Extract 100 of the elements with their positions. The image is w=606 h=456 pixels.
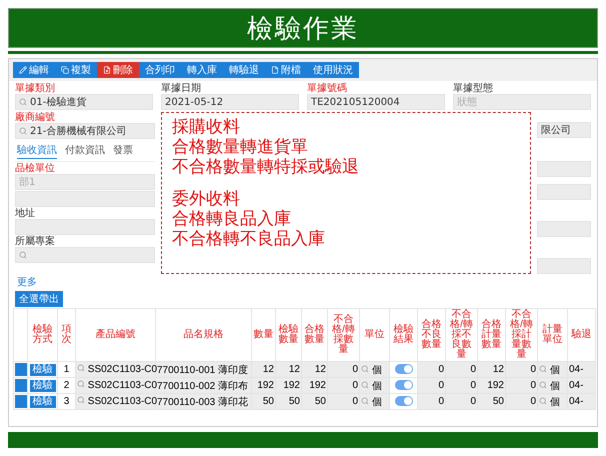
- search-icon: [77, 380, 85, 388]
- input-field[interactable]: [537, 221, 591, 237]
- table-cell: 192: [252, 378, 276, 394]
- table-cell: 12: [302, 362, 328, 378]
- table-cell: SS02C1103-C0: [88, 364, 158, 375]
- table-cell: 個: [550, 396, 560, 408]
- search-icon: [361, 364, 369, 372]
- table-cell: 0: [418, 378, 446, 394]
- table-cell: 50: [252, 394, 276, 410]
- column-header: 項次: [58, 308, 76, 362]
- table-cell: 個: [550, 380, 560, 392]
- input-field[interactable]: [537, 184, 591, 200]
- search-icon: [539, 364, 547, 372]
- table-cell: 個: [372, 380, 382, 392]
- slide-title: 檢驗作業: [247, 12, 359, 46]
- table-cell: 50: [302, 394, 328, 410]
- table-cell: 0: [328, 394, 360, 410]
- table-cell: 0: [506, 362, 538, 378]
- input-field[interactable]: TE202105120004: [307, 94, 445, 110]
- row-action-button[interactable]: [15, 395, 27, 408]
- table-cell: 04-: [569, 380, 584, 391]
- search-icon: [361, 396, 369, 404]
- input-field[interactable]: [537, 258, 591, 274]
- field-label: 品檢單位: [15, 163, 56, 174]
- toggle-switch[interactable]: [394, 380, 412, 390]
- table-cell: SS02C1103-C0: [88, 380, 158, 391]
- table-cell: 0: [328, 378, 360, 394]
- search-icon: [539, 396, 547, 404]
- table-cell: 0: [418, 394, 446, 410]
- field-label: 地址: [15, 208, 36, 219]
- select-all-button[interactable]: 全選帶出: [15, 291, 63, 307]
- callout-text: 不合格轉不良品入庫: [172, 229, 325, 249]
- table-cell: SS02C1103-C0: [88, 396, 158, 407]
- table-cell: 0: [506, 394, 538, 410]
- field-label: 廠商編號: [15, 112, 56, 123]
- table-cell: 個: [372, 364, 382, 376]
- toolbar-button[interactable]: 編輯: [13, 62, 55, 78]
- input-field[interactable]: [15, 191, 155, 207]
- table-cell: 7700110-002 薄印布: [156, 378, 252, 394]
- search-icon: [539, 380, 547, 388]
- toolbar-button[interactable]: 使用狀況: [307, 62, 359, 78]
- callout-text: 合格數量轉進貨單: [172, 137, 308, 157]
- table-cell: 192: [302, 378, 328, 394]
- tab[interactable]: 發票: [113, 142, 133, 159]
- field-label: 單據型態: [453, 83, 494, 94]
- toolbar-button[interactable]: 合列印: [139, 62, 181, 78]
- search-icon: [19, 127, 27, 135]
- table-cell: 0: [506, 378, 538, 394]
- table-cell: 個: [550, 364, 560, 376]
- callout-text: 不合格數量轉特採或驗退: [172, 157, 359, 177]
- field-label: 所屬專案: [15, 236, 56, 247]
- search-icon: [19, 251, 27, 259]
- toggle-switch[interactable]: [394, 396, 412, 406]
- table-cell: 04-: [569, 396, 584, 407]
- callout-text: 合格轉良品入庫: [172, 209, 291, 229]
- field-label: 單據類別: [15, 83, 56, 94]
- toolbar-button[interactable]: 轉入庫: [181, 62, 223, 78]
- table-cell: 12: [478, 362, 506, 378]
- toggle-switch[interactable]: [394, 364, 412, 374]
- toolbar-button[interactable]: 刪除: [97, 62, 139, 78]
- callout-text: 採購收料: [172, 117, 240, 137]
- input-field[interactable]: [15, 247, 155, 263]
- table-cell: 7700110-003 薄印花: [156, 394, 252, 410]
- table-cell: 50: [276, 394, 302, 410]
- table-cell: 50: [478, 394, 506, 410]
- table-cell: 0: [418, 362, 446, 378]
- row-action-button[interactable]: [15, 379, 27, 392]
- search-icon: [361, 380, 369, 388]
- table-cell: 0: [446, 362, 478, 378]
- search-icon: [77, 364, 85, 372]
- tab[interactable]: 驗收資訊: [17, 142, 57, 159]
- table-cell: 個: [372, 396, 382, 408]
- more-link[interactable]: 更多: [9, 274, 597, 290]
- inspect-button[interactable]: 檢驗: [30, 364, 56, 376]
- search-icon: [19, 98, 27, 106]
- table-cell: 192: [478, 378, 506, 394]
- input-field[interactable]: 2021-05-12: [161, 94, 299, 110]
- callout-text: 委外收料: [172, 189, 240, 209]
- field-label: 單據日期: [161, 83, 202, 94]
- table-cell: 192: [276, 378, 302, 394]
- toolbar-button[interactable]: 複製: [55, 62, 97, 78]
- input-field[interactable]: 01-檢驗進貨: [15, 94, 153, 110]
- inspect-button[interactable]: 檢驗: [30, 396, 56, 408]
- table-cell: 0: [446, 394, 478, 410]
- input-field[interactable]: [537, 161, 591, 177]
- table-cell: 12: [252, 362, 276, 378]
- inspect-button[interactable]: 檢驗: [30, 380, 56, 392]
- input-field[interactable]: [15, 219, 155, 235]
- toolbar-button[interactable]: 附檔: [265, 62, 307, 78]
- row-action-button[interactable]: [15, 363, 27, 376]
- table-cell: 12: [276, 362, 302, 378]
- toolbar-button[interactable]: 轉驗退: [223, 62, 265, 78]
- table-cell: 7700110-001 薄印度: [156, 362, 252, 378]
- tab[interactable]: 付款資訊: [65, 142, 105, 159]
- input-field[interactable]: 限公司: [537, 122, 591, 138]
- table-cell: 0: [328, 362, 360, 378]
- input-field[interactable]: 21-合勝機械有限公司: [15, 123, 155, 139]
- table-cell: 0: [446, 378, 478, 394]
- table-cell: 04-: [569, 364, 584, 375]
- search-icon: [77, 396, 85, 404]
